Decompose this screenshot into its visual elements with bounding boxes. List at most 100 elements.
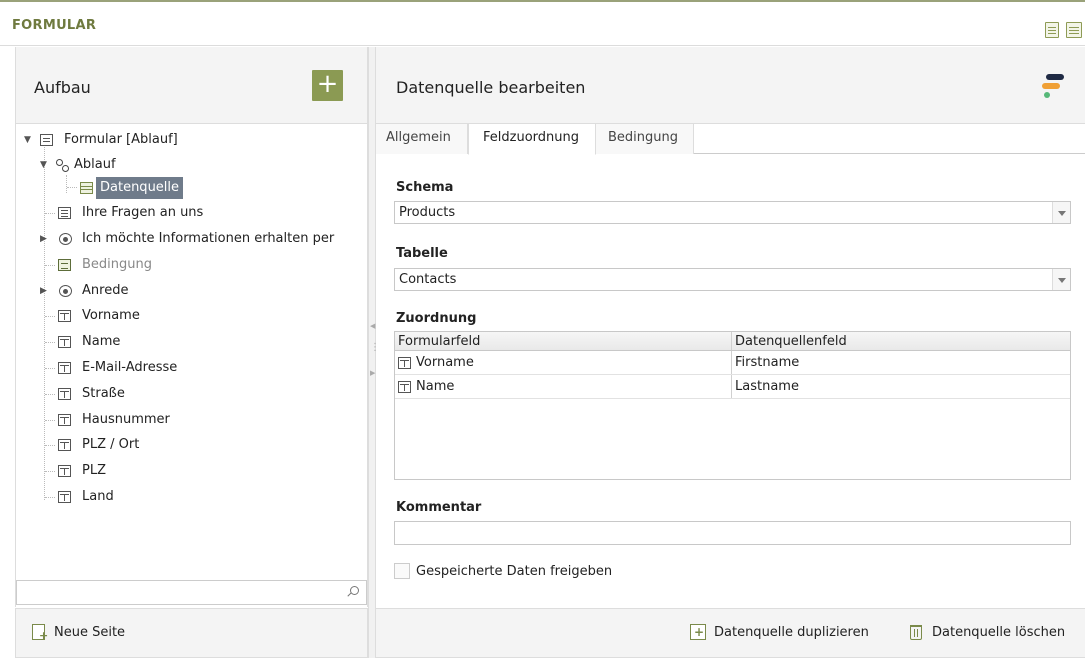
table-label: Tabelle bbox=[396, 246, 448, 261]
new-page-icon bbox=[32, 624, 48, 641]
mapping-label: Zuordnung bbox=[396, 311, 477, 326]
flow-icon bbox=[56, 159, 69, 172]
form-icon bbox=[40, 134, 53, 146]
tree-line bbox=[67, 187, 77, 188]
share-data-checkbox[interactable] bbox=[394, 563, 410, 579]
tree-item-label: Vorname bbox=[82, 308, 140, 323]
structure-header: Aufbau + bbox=[16, 47, 367, 124]
duplicate-icon bbox=[690, 624, 706, 640]
tree-item-label: Ich möchte Informationen erhalten per bbox=[82, 231, 335, 246]
tree-item-label: Anrede bbox=[82, 283, 129, 298]
tree-item-label: Datenquelle bbox=[96, 177, 184, 199]
trash-icon bbox=[910, 625, 922, 640]
form-field-cell[interactable]: Name bbox=[395, 375, 732, 398]
brand-logo-icon bbox=[1042, 74, 1064, 102]
tree-item-label: Hausnummer bbox=[82, 412, 170, 427]
window-icon[interactable] bbox=[1066, 22, 1082, 38]
new-page-label: Neue Seite bbox=[54, 625, 126, 640]
tab-field-mapping[interactable]: Feldzuordnung bbox=[468, 124, 596, 155]
chevron-down-icon[interactable] bbox=[1052, 202, 1070, 223]
schema-value: Products bbox=[399, 205, 456, 220]
schema-select[interactable]: Products bbox=[394, 201, 1071, 224]
expand-arrow-icon[interactable]: ▶ bbox=[40, 228, 52, 250]
form-field-cell[interactable]: Vorname bbox=[395, 351, 732, 374]
radio-icon bbox=[59, 233, 72, 245]
source-field-cell[interactable]: Lastname bbox=[732, 375, 1070, 398]
tree-item-label: PLZ / Ort bbox=[82, 437, 140, 452]
textfield-icon bbox=[58, 414, 71, 426]
tree-item-label: Formular [Ablauf] bbox=[64, 132, 178, 147]
table-select[interactable]: Contacts bbox=[394, 268, 1071, 291]
expand-arrow-icon[interactable]: ▶ bbox=[40, 280, 52, 302]
table-icon bbox=[80, 182, 93, 194]
comment-input[interactable] bbox=[394, 521, 1071, 545]
bottom-margin bbox=[0, 658, 1085, 672]
collapse-arrow-icon[interactable]: ▼ bbox=[40, 154, 52, 176]
editor-title: Datenquelle bearbeiten bbox=[396, 78, 586, 97]
table-header-row: Formularfeld Datenquellenfeld bbox=[395, 332, 1070, 351]
structure-tree: ▼ Formular [Ablauf] ▼ Ablauf Datenquelle… bbox=[16, 125, 367, 580]
tree-line bbox=[66, 175, 67, 193]
column-header-form-field[interactable]: Formularfeld bbox=[395, 332, 732, 350]
editor-footer: Datenquelle duplizieren Datenquelle lösc… bbox=[376, 608, 1085, 658]
textfield-icon bbox=[58, 439, 71, 451]
tree-line bbox=[45, 265, 55, 266]
table-row[interactable]: Name Lastname bbox=[395, 375, 1070, 399]
tree-item-label: PLZ bbox=[82, 463, 106, 478]
collapse-arrow-icon[interactable]: ▼ bbox=[24, 129, 36, 151]
tree-line bbox=[45, 368, 55, 369]
delete-datasource-button[interactable]: Datenquelle löschen bbox=[908, 623, 1065, 643]
textfield-icon bbox=[58, 465, 71, 477]
tree-line bbox=[45, 497, 55, 498]
delete-label: Datenquelle löschen bbox=[932, 625, 1066, 640]
share-data-label: Gespeicherte Daten freigeben bbox=[416, 564, 613, 579]
app-header: FORMULAR bbox=[0, 0, 1085, 46]
brand-bar-dark bbox=[1046, 74, 1064, 80]
structure-footer: Neue Seite bbox=[15, 608, 368, 658]
tree-line bbox=[44, 147, 45, 500]
tree-line bbox=[45, 445, 55, 446]
tree-item-label: Ablauf bbox=[74, 157, 116, 172]
mapping-table[interactable]: Formularfeld Datenquellenfeld Vorname Fi… bbox=[394, 331, 1071, 480]
textfield-icon bbox=[58, 362, 71, 374]
panel-splitter[interactable]: ◀ ⋮ ▶ bbox=[368, 47, 380, 658]
collapse-right-icon[interactable]: ▶ bbox=[370, 370, 375, 377]
table-value: Contacts bbox=[399, 272, 457, 287]
editor-tabs: Allgemein Feldzuordnung Bedingung bbox=[376, 124, 1085, 155]
comment-label: Kommentar bbox=[396, 500, 482, 515]
document-icon[interactable] bbox=[1045, 22, 1059, 38]
structure-title: Aufbau bbox=[34, 78, 91, 97]
form-field-value: Name bbox=[416, 379, 455, 394]
new-page-button[interactable]: Neue Seite bbox=[32, 623, 125, 643]
condition-icon bbox=[58, 259, 71, 271]
tree-line bbox=[45, 420, 55, 421]
app-title: FORMULAR bbox=[12, 18, 97, 33]
tree-item-label: Land bbox=[82, 489, 114, 504]
brand-dot-green bbox=[1044, 92, 1050, 98]
collapse-left-icon[interactable]: ◀ bbox=[370, 323, 375, 330]
add-element-button[interactable]: + bbox=[312, 70, 343, 101]
source-field-cell[interactable]: Firstname bbox=[732, 351, 1070, 374]
tree-line bbox=[45, 394, 55, 395]
duplicate-datasource-button[interactable]: Datenquelle duplizieren bbox=[690, 623, 869, 643]
textfield-icon bbox=[398, 381, 411, 393]
textfield-icon bbox=[58, 336, 71, 348]
editor-header: Datenquelle bearbeiten bbox=[376, 47, 1085, 124]
tree-line bbox=[45, 471, 55, 472]
chevron-down-icon[interactable] bbox=[1052, 269, 1070, 290]
textfield-icon bbox=[58, 491, 71, 503]
tree-item-label: E-Mail-Adresse bbox=[82, 360, 178, 375]
column-header-source-field[interactable]: Datenquellenfeld bbox=[732, 332, 1070, 350]
table-row[interactable]: Vorname Firstname bbox=[395, 351, 1070, 375]
editor-panel: Datenquelle bearbeiten Allgemein Feldzuo… bbox=[376, 47, 1085, 658]
tree-item-label: Ihre Fragen an uns bbox=[82, 205, 204, 220]
tab-condition[interactable]: Bedingung bbox=[596, 124, 694, 154]
tree-item-label: Straße bbox=[82, 386, 125, 401]
tab-general[interactable]: Allgemein bbox=[376, 124, 468, 154]
tree-search-input[interactable] bbox=[16, 580, 367, 605]
schema-label: Schema bbox=[396, 180, 454, 195]
search-icon[interactable] bbox=[347, 586, 359, 597]
radio-icon bbox=[59, 285, 72, 297]
textfield-icon bbox=[58, 388, 71, 400]
tree-item-label: Bedingung bbox=[82, 257, 153, 272]
